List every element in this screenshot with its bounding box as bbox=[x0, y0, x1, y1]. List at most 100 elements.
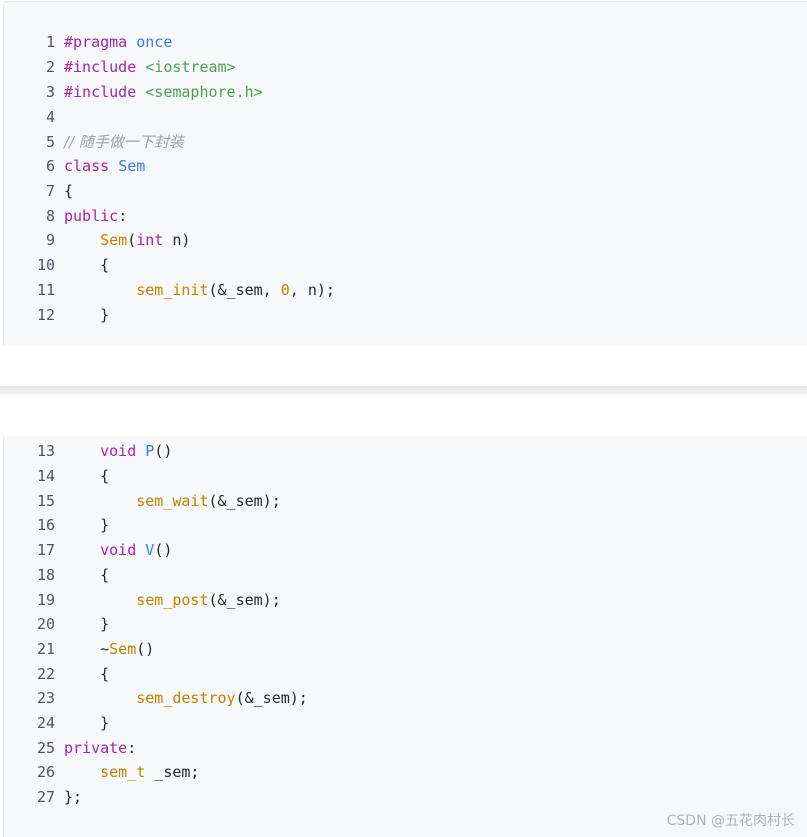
code-text: sem_init(&_sem, 0, n); bbox=[64, 278, 335, 303]
code-token: <semaphore.h> bbox=[145, 83, 263, 101]
code-text: sem_wait(&_sem); bbox=[64, 489, 281, 514]
code-text: } bbox=[64, 612, 109, 637]
line-number: 3 bbox=[45, 83, 55, 101]
code-text: private: bbox=[64, 736, 136, 761]
line-number: 20 bbox=[36, 615, 55, 633]
line-number: 7 bbox=[45, 182, 55, 200]
code-text: } bbox=[64, 711, 109, 736]
code-token: _sem; bbox=[145, 763, 200, 781]
watermark-text: CSDN @五花肉村长 bbox=[666, 813, 795, 829]
code-token: (&_sem); bbox=[208, 492, 281, 510]
line-number: 4 bbox=[45, 108, 55, 126]
code-text: public: bbox=[64, 204, 127, 229]
code-text: { bbox=[64, 253, 109, 278]
code-token: () bbox=[154, 442, 173, 460]
code-token: } bbox=[64, 714, 110, 732]
code-token: } bbox=[64, 615, 110, 633]
line-number: 2 bbox=[45, 58, 55, 76]
code-token: 0 bbox=[280, 281, 290, 299]
line-number: 25 bbox=[36, 739, 55, 757]
code-token: { bbox=[64, 665, 110, 683]
line-number: 13 bbox=[36, 442, 55, 460]
code-text: sem_t _sem; bbox=[64, 760, 199, 785]
code-token: () bbox=[136, 640, 155, 658]
code-token: { bbox=[64, 566, 110, 584]
line-number: 14 bbox=[36, 467, 55, 485]
code-token: { bbox=[64, 182, 74, 200]
line-number: 12 bbox=[36, 306, 55, 324]
code-token: <iostream> bbox=[145, 58, 236, 76]
line-number: 9 bbox=[45, 231, 55, 249]
code-token: int bbox=[136, 231, 164, 249]
line-number: 10 bbox=[36, 256, 55, 274]
code-token: (&_sem, bbox=[208, 281, 281, 299]
code-text: { bbox=[64, 179, 73, 204]
code-text: class Sem bbox=[64, 154, 145, 179]
code-token: P bbox=[145, 442, 155, 460]
code-token: #pragma bbox=[64, 33, 128, 51]
line-number: 11 bbox=[36, 281, 55, 299]
code-token: #include bbox=[64, 83, 137, 101]
line-number: 23 bbox=[36, 689, 55, 707]
code-token: once bbox=[136, 33, 173, 51]
code-text: void V() bbox=[64, 538, 172, 563]
code-text: sem_destroy(&_sem); bbox=[64, 686, 308, 711]
code-text: { bbox=[64, 662, 109, 687]
code-token: sem_wait bbox=[136, 492, 209, 510]
code-token: Sem bbox=[118, 157, 146, 175]
code-token: V bbox=[145, 541, 155, 559]
code-text: sem_post(&_sem); bbox=[64, 588, 281, 613]
line-number: 22 bbox=[36, 665, 55, 683]
code-token: void bbox=[100, 442, 137, 460]
code-token: }; bbox=[64, 788, 83, 806]
code-token: ~ bbox=[64, 640, 110, 658]
code-text: // 随手做一下封装 bbox=[64, 130, 184, 155]
code-text: #pragma once bbox=[64, 30, 172, 55]
line-number: 27 bbox=[36, 788, 55, 806]
line-number: 5 bbox=[45, 133, 55, 151]
code-text: Sem(int n) bbox=[64, 228, 190, 253]
line-number: 26 bbox=[36, 763, 55, 781]
line-number: 6 bbox=[45, 157, 55, 175]
code-token: { bbox=[64, 256, 110, 274]
code-token: n) bbox=[163, 231, 191, 249]
code-text: #include <iostream> bbox=[64, 55, 236, 80]
line-number: 19 bbox=[36, 591, 55, 609]
code-token: (&_sem); bbox=[208, 591, 281, 609]
code-token: Sem bbox=[100, 231, 128, 249]
code-text: { bbox=[64, 464, 109, 489]
line-number: 8 bbox=[45, 207, 55, 225]
code-token: () bbox=[154, 541, 173, 559]
code-token: { bbox=[64, 467, 110, 485]
code-token: void bbox=[100, 541, 137, 559]
code-text: #include <semaphore.h> bbox=[64, 80, 263, 105]
code-text: ~Sem() bbox=[64, 637, 154, 662]
code-token: public bbox=[64, 207, 119, 225]
line-number: 16 bbox=[36, 516, 55, 534]
code-token: (&_sem); bbox=[235, 689, 308, 707]
code-token: sem_post bbox=[136, 591, 209, 609]
line-number: 15 bbox=[36, 492, 55, 510]
code-token: Sem bbox=[109, 640, 137, 658]
code-token: ( bbox=[127, 231, 137, 249]
code-text: { bbox=[64, 563, 109, 588]
line-number: 1 bbox=[45, 33, 55, 51]
line-number: 24 bbox=[36, 714, 55, 732]
line-number: 18 bbox=[36, 566, 55, 584]
page-break-separator bbox=[0, 386, 807, 394]
code-token: : bbox=[118, 207, 128, 225]
line-number: 21 bbox=[36, 640, 55, 658]
code-token: } bbox=[64, 306, 110, 324]
